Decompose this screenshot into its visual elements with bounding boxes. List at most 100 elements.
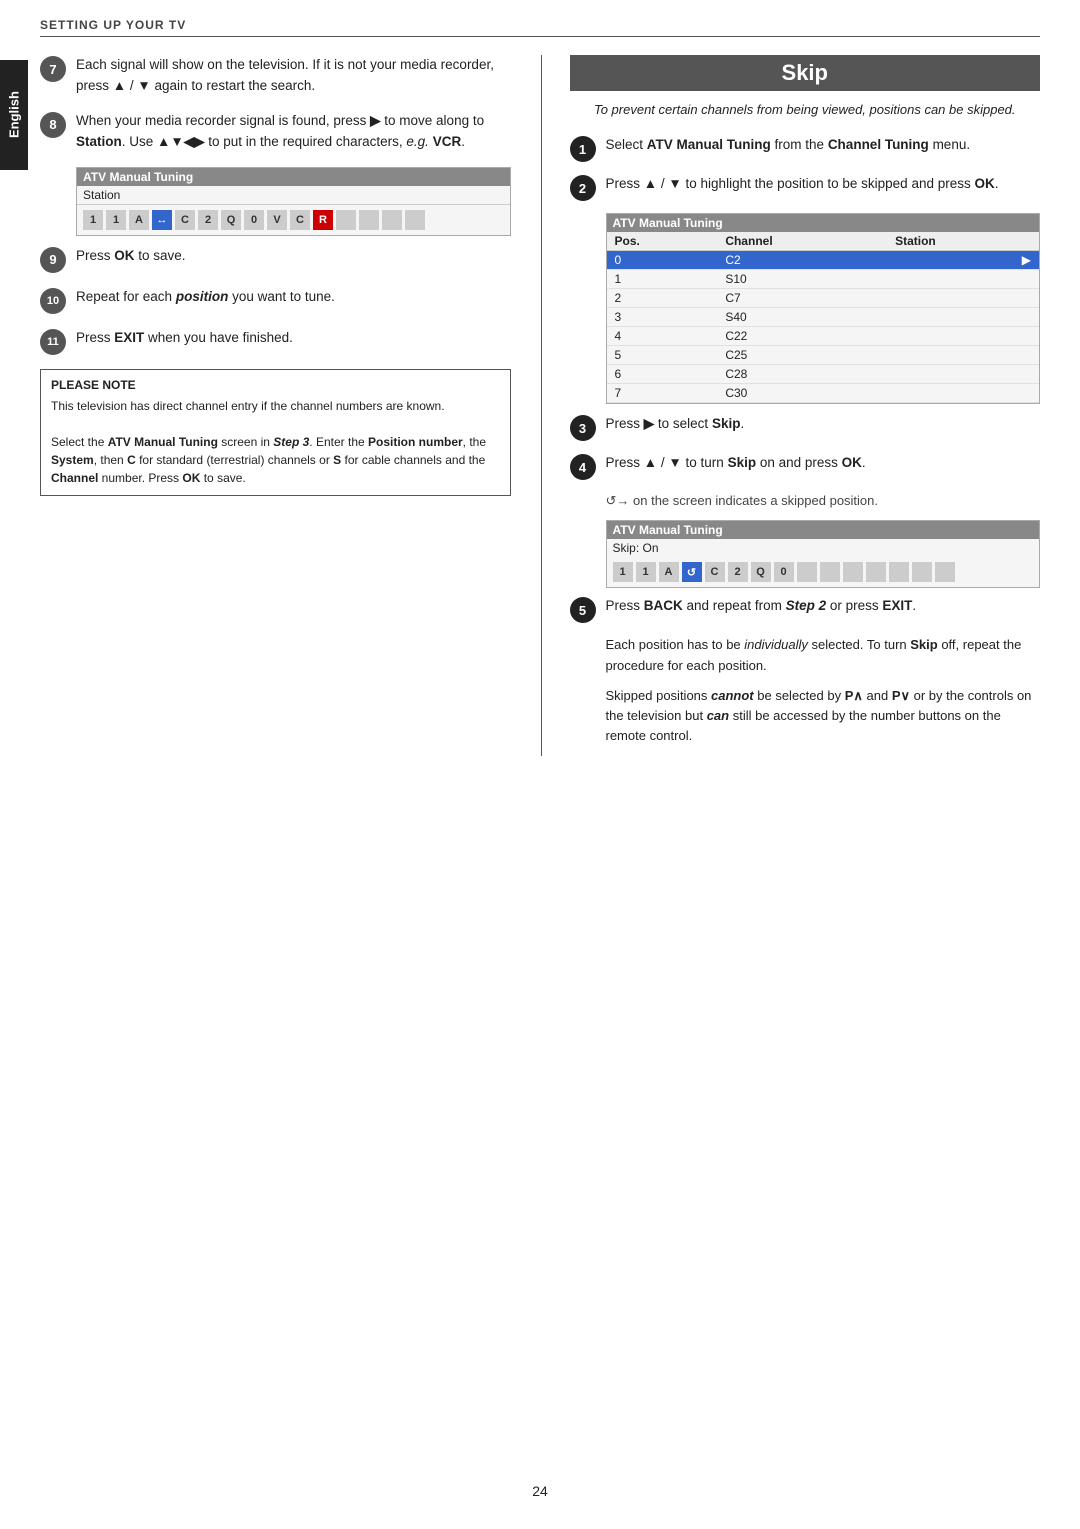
row-2-channel: C7: [717, 289, 887, 308]
char-3: A: [129, 210, 149, 230]
right-step-4-num: 4: [570, 454, 596, 480]
note-body: This television has direct channel entry…: [51, 397, 500, 487]
so-char-7: Q: [751, 562, 771, 582]
col-pos: Pos.: [607, 232, 718, 251]
char-4: ↔: [152, 210, 172, 230]
char-7: Q: [221, 210, 241, 230]
row-2-station: [887, 289, 1039, 308]
row-7-station: [887, 384, 1039, 403]
row-1-station: [887, 270, 1039, 289]
so-char-9: [797, 562, 817, 582]
step-11-text: Press EXIT when you have finished.: [76, 328, 511, 349]
skip-on-chars: 1 1 A ↺ C 2 Q 0: [607, 557, 1040, 587]
skip-on-box: ATV Manual Tuning Skip: On 1 1 A ↺ C 2 Q…: [606, 520, 1041, 588]
page-header: SETTING UP YOUR TV: [40, 18, 1040, 37]
char-12: [336, 210, 356, 230]
table-row-0: 0 C2 ▶: [607, 251, 1040, 270]
row-5-station: [887, 346, 1039, 365]
step-9: 9 Press OK to save.: [40, 246, 511, 273]
row-2-pos: 2: [607, 289, 718, 308]
atv-box-title-left: ATV Manual Tuning: [77, 168, 510, 186]
char-11: R: [313, 210, 333, 230]
char-9: V: [267, 210, 287, 230]
right-step-5-num: 5: [570, 597, 596, 623]
so-char-15: [935, 562, 955, 582]
skipped-indicator-note: ↺→ on the screen indicates a skipped pos…: [606, 492, 1041, 510]
step-9-text: Press OK to save.: [76, 246, 511, 267]
row-1-channel: S10: [717, 270, 887, 289]
char-13: [359, 210, 379, 230]
left-column: 7 Each signal will show on the televisio…: [40, 55, 511, 756]
row-0-station: ▶: [887, 251, 1039, 270]
step-11-num: 11: [40, 329, 66, 355]
para-2: Skipped positions cannot be selected by …: [606, 686, 1041, 746]
atv-box-subtitle-left: Station: [77, 186, 510, 205]
table-row-7: 7 C30: [607, 384, 1040, 403]
char-15: [405, 210, 425, 230]
so-char-6: 2: [728, 562, 748, 582]
so-char-5: C: [705, 562, 725, 582]
step-10-text: Repeat for each position you want to tun…: [76, 287, 511, 308]
note-title: PLEASE NOTE: [51, 378, 500, 392]
skip-on-subtitle: Skip: On: [607, 539, 1040, 557]
table-row-6: 6 C28: [607, 365, 1040, 384]
step-8-text: When your media recorder signal is found…: [76, 111, 511, 153]
right-step-1-num: 1: [570, 136, 596, 162]
row-4-channel: C22: [717, 327, 887, 346]
step-11: 11 Press EXIT when you have finished.: [40, 328, 511, 355]
table-row-3: 3 S40: [607, 308, 1040, 327]
right-step-3: 3 Press ▶ to select Skip.: [570, 414, 1041, 441]
so-char-8: 0: [774, 562, 794, 582]
right-step-1-text: Select ATV Manual Tuning from the Channe…: [606, 135, 1041, 156]
so-char-3: A: [659, 562, 679, 582]
row-6-channel: C28: [717, 365, 887, 384]
right-step-4-text: Press ▲ / ▼ to turn Skip on and press OK…: [606, 453, 1041, 474]
char-1: 1: [83, 210, 103, 230]
so-char-4: ↺: [682, 562, 702, 582]
table-row-2: 2 C7: [607, 289, 1040, 308]
row-1-pos: 1: [607, 270, 718, 289]
so-char-11: [843, 562, 863, 582]
step-7-text: Each signal will show on the television.…: [76, 55, 511, 97]
so-char-10: [820, 562, 840, 582]
right-step-2: 2 Press ▲ / ▼ to highlight the position …: [570, 174, 1041, 201]
table-row-1: 1 S10: [607, 270, 1040, 289]
so-char-13: [889, 562, 909, 582]
char-8: 0: [244, 210, 264, 230]
right-step-3-text: Press ▶ to select Skip.: [606, 414, 1041, 435]
so-char-12: [866, 562, 886, 582]
char-5: C: [175, 210, 195, 230]
step-7: 7 Each signal will show on the televisio…: [40, 55, 511, 97]
skip-title-box: Skip: [570, 55, 1041, 91]
right-step-1: 1 Select ATV Manual Tuning from the Chan…: [570, 135, 1041, 162]
step-10: 10 Repeat for each position you want to …: [40, 287, 511, 314]
step-9-num: 9: [40, 247, 66, 273]
page-number: 24: [0, 1483, 1080, 1499]
char-2: 1: [106, 210, 126, 230]
row-0-channel: C2: [717, 251, 887, 270]
right-step-3-num: 3: [570, 415, 596, 441]
atv-box-chars-left: 1 1 A ↔ C 2 Q 0 V C R: [77, 205, 510, 235]
right-column: Skip To prevent certain channels from be…: [541, 55, 1041, 756]
so-char-2: 1: [636, 562, 656, 582]
skip-title: Skip: [570, 60, 1041, 86]
row-4-station: [887, 327, 1039, 346]
row-5-channel: C25: [717, 346, 887, 365]
char-14: [382, 210, 402, 230]
so-char-14: [912, 562, 932, 582]
step-10-num: 10: [40, 288, 66, 314]
row-7-channel: C30: [717, 384, 887, 403]
row-3-channel: S40: [717, 308, 887, 327]
col-channel: Channel: [717, 232, 887, 251]
row-0-pos: 0: [607, 251, 718, 270]
row-6-pos: 6: [607, 365, 718, 384]
right-step-5-text: Press BACK and repeat from Step 2 or pre…: [606, 596, 1041, 617]
row-6-station: [887, 365, 1039, 384]
right-step-2-num: 2: [570, 175, 596, 201]
col-station: Station: [887, 232, 1039, 251]
main-content: 7 Each signal will show on the televisio…: [40, 55, 1040, 756]
row-3-station: [887, 308, 1039, 327]
atv-table-title: ATV Manual Tuning: [607, 214, 1040, 232]
english-tab: English: [0, 60, 28, 170]
char-6: 2: [198, 210, 218, 230]
